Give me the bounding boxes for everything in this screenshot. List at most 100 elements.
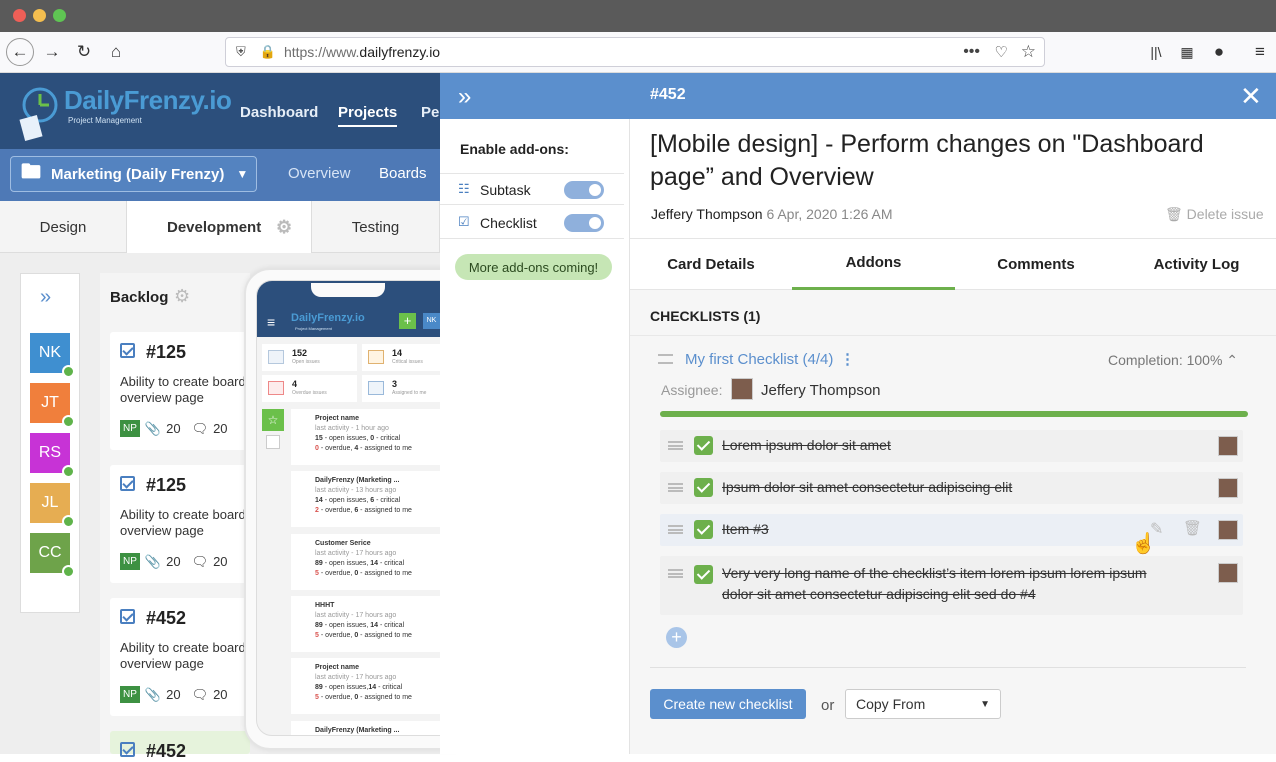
tab-activity-log[interactable]: Activity Log <box>1117 238 1276 290</box>
checklist-item[interactable]: Lorem ipsum dolor sit amet <box>660 430 1243 462</box>
project-card[interactable]: Customer Serice last activity - 17 hours… <box>291 534 457 590</box>
paperclip-icon: 📎 <box>144 420 162 436</box>
close-window-icon[interactable] <box>13 9 26 22</box>
close-icon[interactable]: ✕ <box>1240 81 1262 112</box>
issue-title: [Mobile design] - Perform changes on "Da… <box>650 130 1204 191</box>
reload-icon[interactable]: ↻ <box>70 38 98 66</box>
checklist-toggle[interactable] <box>564 214 604 232</box>
tab-development[interactable]: Development ⚙ <box>127 201 312 253</box>
checklist-item[interactable]: Very very long name of the checklist’s i… <box>660 556 1243 615</box>
hamburger-icon[interactable]: ≡ <box>267 314 275 330</box>
delete-issue-button[interactable]: 🗑 Delete issue <box>1165 206 1264 223</box>
tab-card-details[interactable]: Card Details <box>630 238 792 290</box>
phone-screen: ≡ DailyFrenzy.io Project Management + NK… <box>256 280 462 736</box>
copy-icon[interactable] <box>266 435 280 449</box>
pocket-icon[interactable]: ♡ <box>995 43 1008 61</box>
item-text: Ipsum dolor sit amet consectetur adipisc… <box>722 479 1013 495</box>
sidebar-icon[interactable]: ▦ <box>1173 38 1201 66</box>
assignee-avatar[interactable] <box>731 378 753 400</box>
drag-handle-icon[interactable] <box>668 525 683 534</box>
avatar-initials: NK <box>38 344 62 361</box>
back-icon[interactable]: ← <box>6 38 34 66</box>
forward-icon[interactable]: → <box>38 38 66 66</box>
avatar[interactable]: NK <box>30 333 75 378</box>
issue-meta: Jeffery Thompson 6 Apr, 2020 1:26 AM <box>651 206 893 222</box>
project-card[interactable]: HHHT last activity - 17 hours ago 89 - o… <box>291 596 457 652</box>
minimize-window-icon[interactable] <box>33 9 46 22</box>
nav-projects[interactable]: Projects <box>338 104 398 127</box>
maximize-window-icon[interactable] <box>53 9 66 22</box>
item-assignee-avatar[interactable] <box>1218 436 1238 456</box>
drag-handle-icon[interactable] <box>668 441 683 450</box>
phone-header: ≡ DailyFrenzy.io Project Management + NK… <box>257 281 461 337</box>
copy-from-select[interactable]: Copy From ▼ <box>845 689 1001 719</box>
item-assignee-avatar[interactable] <box>1218 520 1238 540</box>
assignee-name[interactable]: Jeffery Thompson <box>761 382 881 399</box>
tab-addons[interactable]: Addons <box>792 238 955 290</box>
more-icon[interactable]: ••• <box>963 43 980 61</box>
completion-toggle[interactable]: Completion: 100% ⌃ <box>1108 352 1238 369</box>
card-meta: NP 📎 20 🗨 20 <box>120 553 228 570</box>
drag-handle-icon[interactable] <box>668 569 683 578</box>
checklist-item[interactable]: Ipsum dolor sit amet consectetur adipisc… <box>660 472 1243 504</box>
logo-text[interactable]: DailyFrenzy.io <box>64 85 232 116</box>
bookmark-star-icon[interactable]: ☆ <box>1021 42 1036 62</box>
drag-handle-icon[interactable] <box>668 483 683 492</box>
tab-testing[interactable]: Testing <box>312 201 440 253</box>
project-card[interactable]: DailyFrenzy (Marketing ... last activity… <box>291 471 457 527</box>
checklist-name[interactable]: My first Checklist (4/4) <box>685 351 833 368</box>
item-checkbox[interactable] <box>694 565 713 584</box>
phone-notch <box>311 283 385 297</box>
drag-handle-icon[interactable] <box>658 354 673 364</box>
avatar[interactable]: CC <box>30 533 75 578</box>
collapse-panel-icon[interactable]: » <box>458 83 471 111</box>
library-icon[interactable]: ||\ <box>1142 38 1170 66</box>
avatar-initials: CC <box>38 544 62 561</box>
backlog-title: Backlog <box>110 289 169 306</box>
avatar[interactable]: RS <box>30 433 75 478</box>
item-checkbox[interactable] <box>694 436 713 455</box>
issue-card[interactable]: #452 Ability to create board overview pag… <box>110 598 250 716</box>
menu-icon[interactable]: ≡ <box>1246 38 1274 66</box>
item-checkbox[interactable] <box>694 520 713 539</box>
project-selector[interactable]: 🖿 Marketing (Daily Frenzy) ▼ <box>10 156 257 192</box>
issue-author[interactable]: Jeffery Thompson <box>651 206 763 222</box>
project-card[interactable]: Project name last activity - 1 hour ago … <box>291 409 457 465</box>
add-icon[interactable]: + <box>399 313 416 329</box>
issue-card[interactable]: #125 Ability to create board overview pag… <box>110 465 250 583</box>
tab-design[interactable]: Design <box>0 201 127 253</box>
url-bar[interactable]: ⛨ 🔒 https://www. dailyfrenzy.io ••• ♡ ☆ <box>225 37 1045 67</box>
nav-dashboard[interactable]: Dashboard <box>240 104 318 121</box>
assignee-label: Assignee: <box>661 382 723 398</box>
item-assignee-avatar[interactable] <box>1218 563 1238 583</box>
gear-icon[interactable]: ⚙ <box>174 286 190 307</box>
comment-icon: 🗨 <box>191 420 209 436</box>
account-icon[interactable]: ● <box>1205 38 1233 66</box>
avatar[interactable]: JL <box>30 483 75 528</box>
issue-card[interactable]: #452 <box>110 731 250 761</box>
subtask-toggle[interactable] <box>564 181 604 199</box>
project-card[interactable]: DailyFrenzy (Marketing ... <box>291 721 457 735</box>
phone-avatar[interactable]: NK <box>423 313 440 329</box>
paperclip-icon: 📎 <box>144 553 162 569</box>
expand-icon[interactable]: » <box>40 286 51 309</box>
subnav-boards[interactable]: Boards <box>379 165 427 182</box>
nav-people[interactable]: Pe <box>421 104 439 121</box>
avatar[interactable]: JT <box>30 383 75 428</box>
avatar-initials: JL <box>41 494 59 511</box>
create-checklist-button[interactable]: Create new checklist <box>650 689 806 719</box>
pin-icon[interactable]: ☆ <box>262 409 284 431</box>
item-assignee-avatar[interactable] <box>1218 478 1238 498</box>
project-card[interactable]: Project name last activity - 17 hours ag… <box>291 658 457 714</box>
subnav-overview[interactable]: Overview <box>288 165 351 182</box>
add-item-icon[interactable]: + <box>666 627 687 648</box>
kebab-menu-icon[interactable]: ⋮ <box>840 350 855 368</box>
tab-comments[interactable]: Comments <box>955 238 1117 290</box>
issue-card[interactable]: #125 Ability to create board overview pag… <box>110 332 250 450</box>
home-icon[interactable]: ⌂ <box>102 38 130 66</box>
gear-icon[interactable]: ⚙ <box>276 217 292 238</box>
item-checkbox[interactable] <box>694 478 713 497</box>
stat-open[interactable]: 152 Open issues <box>262 344 357 371</box>
stat-overdue[interactable]: 4 Overdue issues <box>262 375 357 402</box>
trash-icon[interactable]: 🗑 <box>1183 519 1202 537</box>
